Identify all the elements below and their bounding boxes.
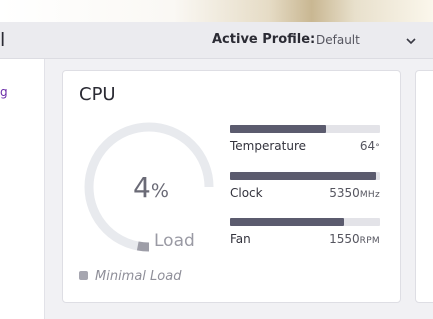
- cpu-load-unit: %: [150, 180, 169, 202]
- active-profile-label: Active Profile:: [212, 32, 316, 47]
- cpu-status-text: Minimal Load: [95, 269, 182, 284]
- cpu-status: Minimal Load: [79, 269, 181, 284]
- fan-bar-track: [230, 218, 380, 226]
- sidebar: g: [0, 59, 45, 319]
- clock-label: Clock: [230, 186, 263, 200]
- metric-fan: Fan 1550RPM: [230, 218, 380, 246]
- active-profile-dropdown[interactable]: Default: [316, 33, 360, 47]
- next-card: [415, 70, 433, 303]
- header-banner-image: [0, 0, 433, 22]
- clock-bar-track: [230, 172, 380, 180]
- temperature-number: 64: [359, 139, 376, 153]
- clock-number: 5350: [329, 186, 360, 200]
- app-title-fragment: l: [0, 29, 6, 51]
- clock-value: 5350MHz: [329, 186, 380, 200]
- cpu-load-number: 4: [133, 171, 151, 204]
- temperature-label: Temperature: [230, 139, 307, 153]
- cpu-load-value: 4%: [133, 171, 169, 204]
- temperature-bar-fill: [230, 125, 326, 133]
- metric-temperature: Temperature 64°: [230, 125, 380, 153]
- clock-bar-fill: [230, 172, 376, 180]
- top-bar: l Active Profile: Default: [0, 22, 433, 59]
- chevron-down-icon[interactable]: [404, 34, 418, 48]
- fan-bar-fill: [230, 218, 344, 226]
- metric-clock: Clock 5350MHz: [230, 172, 380, 200]
- temperature-unit: °: [375, 143, 380, 153]
- gauge-fill: [136, 241, 150, 252]
- fan-label: Fan: [230, 232, 251, 246]
- cpu-card-title: CPU: [79, 84, 116, 105]
- fan-number: 1550: [329, 232, 360, 246]
- cpu-load-caption: Load: [154, 231, 195, 251]
- status-square-icon: [79, 271, 88, 280]
- fan-unit: RPM: [359, 236, 380, 246]
- cpu-card: CPU 4% Load Temperature 64° Clock 5350MHz …: [62, 70, 401, 303]
- temperature-value: 64°: [360, 139, 380, 153]
- sidebar-item-fragment[interactable]: g: [0, 85, 8, 99]
- fan-value: 1550RPM: [329, 232, 380, 246]
- temperature-bar-track: [230, 125, 380, 133]
- clock-unit: MHz: [359, 190, 380, 200]
